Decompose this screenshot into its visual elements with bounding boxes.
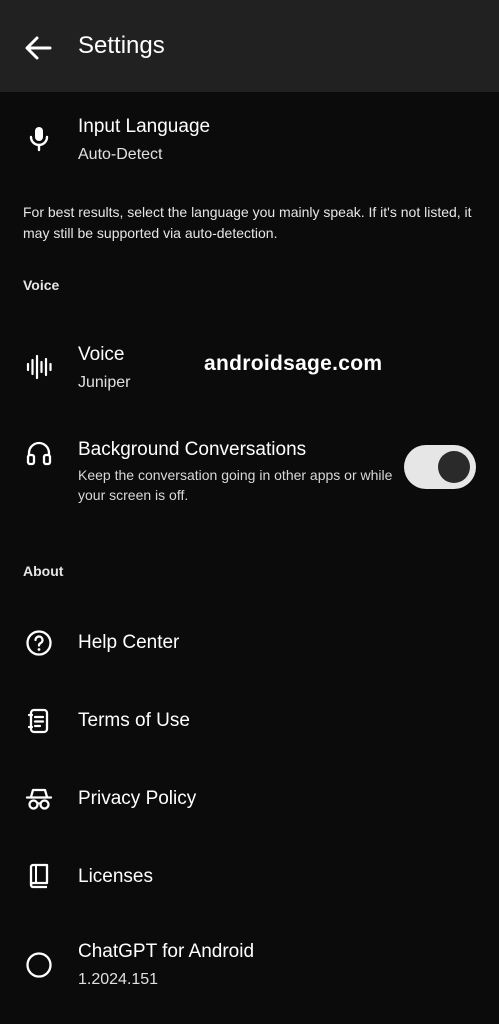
microphone-icon: [23, 122, 55, 154]
app-bar: Settings: [0, 0, 499, 92]
book-icon: [23, 860, 55, 892]
help-circle-icon: [23, 627, 55, 659]
background-conversations-description: Keep the conversation going in other app…: [78, 467, 393, 503]
input-language-row[interactable]: Input Language Auto-Detect: [0, 106, 499, 186]
app-version: 1.2024.151: [78, 971, 159, 988]
incognito-icon: [23, 783, 55, 815]
terms-of-use-row[interactable]: Terms of Use: [0, 690, 499, 752]
headphones-icon: [23, 437, 55, 469]
privacy-policy-label: Privacy Policy: [78, 788, 197, 809]
voice-title: Voice: [78, 344, 125, 365]
waveform-icon: [23, 351, 55, 383]
input-language-value: Auto-Detect: [78, 146, 163, 163]
input-language-title: Input Language: [78, 116, 211, 137]
document-icon: [23, 705, 55, 737]
circle-icon: [23, 949, 55, 981]
help-center-row[interactable]: Help Center: [0, 612, 499, 674]
licenses-label: Licenses: [78, 866, 153, 887]
help-center-label: Help Center: [78, 632, 180, 653]
privacy-policy-row[interactable]: Privacy Policy: [0, 768, 499, 830]
licenses-row[interactable]: Licenses: [0, 846, 499, 908]
page-title: Settings: [78, 32, 165, 59]
watermark-text: androidsage.com: [204, 352, 383, 375]
app-version-row[interactable]: ChatGPT for Android 1.2024.151: [0, 930, 499, 1010]
section-header-about: About: [23, 563, 64, 579]
background-conversations-title: Background Conversations: [78, 439, 307, 460]
app-name: ChatGPT for Android: [78, 941, 255, 962]
toggle-knob: [438, 451, 470, 483]
section-header-voice: Voice: [23, 277, 60, 293]
terms-of-use-label: Terms of Use: [78, 710, 190, 731]
input-language-helper-text: For best results, select the language yo…: [23, 204, 472, 241]
voice-value: Juniper: [78, 374, 131, 391]
back-arrow-icon[interactable]: [20, 30, 56, 66]
background-conversations-toggle[interactable]: [404, 445, 476, 489]
